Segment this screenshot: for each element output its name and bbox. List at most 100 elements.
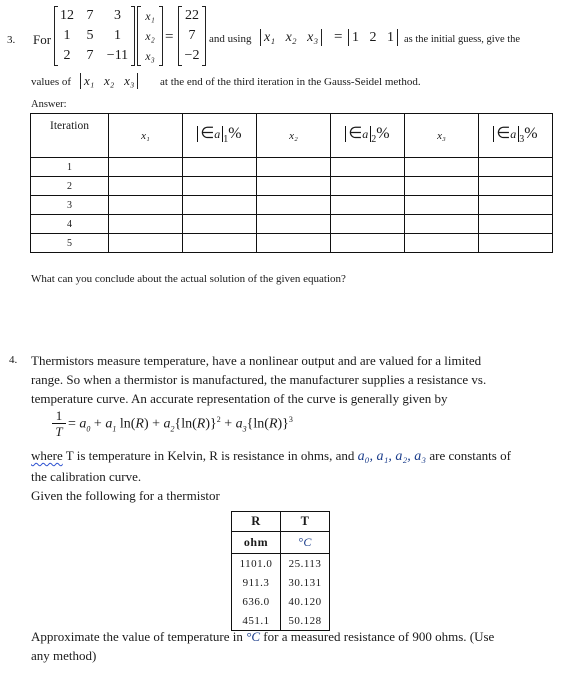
unknown-vector: x₁ x₂ x₃ [137, 6, 163, 66]
resistance-value: 911.3 [231, 573, 281, 592]
iteration-number: 3 [30, 195, 109, 215]
equals-sign: = [334, 29, 343, 45]
text: T is temperature in Kelvin, R is resista… [62, 448, 355, 463]
answer-cell[interactable] [478, 176, 553, 196]
answer-cell[interactable] [404, 195, 479, 215]
answer-cell[interactable] [330, 195, 405, 215]
instruction-text: as the initial guess, give the [404, 34, 521, 45]
answer-cell[interactable] [404, 214, 479, 234]
calibration-line: the calibration curve. [31, 469, 142, 484]
paragraph-line: temperature curve. An accurate represent… [31, 391, 448, 406]
iteration-table: Iteration x₁ ∈a 1% x₂ ∈a 2% x₃ ∈a 3% 12345 [30, 113, 553, 253]
equals-sign: = [165, 29, 174, 45]
vector-cell: x₁ [145, 9, 155, 23]
unit-celsius: °C [280, 531, 330, 554]
solution-variables: x₁ x₂ x₃ [80, 73, 139, 89]
matrix-cell: 2 [63, 48, 71, 63]
answer-cell[interactable] [108, 176, 183, 196]
table-row: 911.3 30.131 [231, 573, 330, 592]
resistance-value: 636.0 [231, 592, 281, 611]
answer-cell[interactable] [330, 157, 405, 177]
given-line: Given the following for a thermistor [31, 488, 220, 503]
answer-cell[interactable] [330, 176, 405, 196]
question-number: 3. [7, 34, 16, 46]
vector-cell: x₃ [145, 49, 155, 63]
text: for a measured resistance of 900 ohms. (… [263, 629, 495, 644]
unit-ohm: ohm [231, 531, 281, 554]
where-sentence: where T is temperature in Kelvin, R is r… [31, 446, 511, 466]
answer-cell[interactable] [182, 157, 257, 177]
answer-cell[interactable] [478, 214, 553, 234]
approximate-question: Approximate the value of temperature in … [31, 627, 494, 646]
table-units-row: ohm °C [231, 531, 330, 554]
question-number: 4. [9, 354, 18, 366]
answer-cell[interactable] [404, 233, 479, 253]
answer-cell[interactable] [256, 233, 331, 253]
answer-cell[interactable] [478, 233, 553, 253]
table-row: 1101.0 25.113 [231, 553, 330, 573]
answer-cell[interactable] [108, 157, 183, 177]
answer-cell[interactable] [256, 195, 331, 215]
paragraph-line: Thermistors measure temperature, have a … [31, 353, 482, 368]
answer-cell[interactable] [182, 233, 257, 253]
answer-cell[interactable] [404, 157, 479, 177]
instruction-text: at the end of the third iteration in the… [160, 76, 421, 88]
values-of-text: values of [31, 76, 72, 88]
steinhart-equation: = a0 + a1 ln(R) + a2{ln(R)}2 + a3{ln(R)}… [68, 415, 293, 434]
header-error-1: ∈a 1% [182, 113, 257, 158]
iteration-number: 5 [30, 233, 109, 253]
answer-cell[interactable] [256, 176, 331, 196]
answer-cell[interactable] [256, 157, 331, 177]
matrix-cell: 3 [114, 8, 121, 23]
header-iteration: Iteration [30, 113, 109, 158]
paragraph-line: range. So when a thermistor is manufactu… [31, 372, 487, 387]
answer-cell[interactable] [404, 176, 479, 196]
answer-cell[interactable] [108, 214, 183, 234]
spellcheck-word[interactable]: where [31, 448, 63, 463]
table-row: 4 [30, 214, 553, 234]
answer-cell[interactable] [478, 195, 553, 215]
header-T: T [280, 511, 330, 532]
conclusion-question: What can you conclude about the actual s… [31, 273, 346, 285]
initial-guess-values: 1 2 1 [348, 29, 398, 46]
header-R: R [231, 511, 281, 532]
and-using-text: and using [209, 33, 252, 45]
equation-fraction: 1 T [52, 408, 66, 439]
for-label: For [33, 32, 52, 47]
text: are constants of [429, 448, 511, 463]
guess-variables: x₁ x₂ x₃ [260, 29, 323, 46]
coefficient-matrix: 12 7 3 1 5 1 2 7 −11 [54, 6, 135, 66]
temperature-value: 40.120 [280, 592, 330, 611]
table-header-row: Iteration x₁ ∈a 1% x₂ ∈a 2% x₃ ∈a 3% [30, 113, 553, 158]
header-x3: x₃ [404, 113, 479, 158]
answer-cell[interactable] [330, 214, 405, 234]
approximate-question-cont: any method) [31, 648, 97, 663]
answer-cell[interactable] [330, 233, 405, 253]
matrix-row: 1 5 1 [55, 26, 134, 46]
vector-cell: −2 [184, 48, 200, 63]
answer-cell[interactable] [256, 214, 331, 234]
matrix-cell: 1 [114, 28, 121, 43]
table-header-row: R T [231, 511, 330, 532]
answer-cell[interactable] [182, 195, 257, 215]
answer-cell[interactable] [108, 233, 183, 253]
matrix-row: 12 7 3 [55, 6, 134, 26]
answer-cell[interactable] [182, 214, 257, 234]
matrix-cell: 7 [86, 8, 94, 23]
answer-cell[interactable] [108, 195, 183, 215]
vector-cell: x₂ [145, 29, 155, 43]
table-row: 636.0 40.120 [231, 592, 330, 611]
constant-vector: 22 7 −2 [178, 6, 206, 66]
temperature-value: 25.113 [280, 553, 330, 573]
answer-cell[interactable] [182, 176, 257, 196]
matrix-cell: 7 [86, 48, 94, 63]
answer-cell[interactable] [478, 157, 553, 177]
iteration-number: 4 [30, 214, 109, 234]
resistance-value: 1101.0 [231, 553, 281, 573]
header-x1: x₁ [108, 113, 183, 158]
matrix-row: 2 7 −11 [55, 46, 134, 66]
matrix-cell: 12 [60, 8, 74, 23]
table-row: 5 [30, 233, 553, 253]
unit-celsius: °C [246, 629, 261, 644]
vector-cell: 7 [188, 28, 196, 43]
